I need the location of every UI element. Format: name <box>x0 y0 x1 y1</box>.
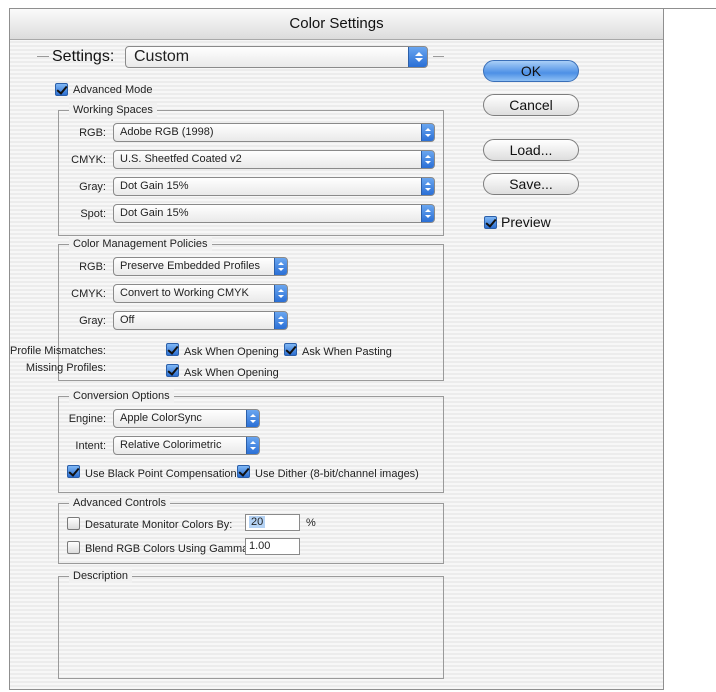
working-spaces-legend: Working Spaces <box>69 103 157 117</box>
advanced-controls-legend: Advanced Controls <box>69 496 170 510</box>
ok-button[interactable]: OK <box>483 60 579 82</box>
preview-checkbox[interactable] <box>484 216 497 229</box>
settings-rule-right <box>433 56 444 57</box>
desaturate-value: 20 <box>249 516 266 528</box>
popup-arrows-icon <box>274 285 287 302</box>
ask-when-opening-checkbox[interactable] <box>166 343 179 356</box>
save-button[interactable]: Save... <box>483 173 579 195</box>
policies-legend: Color Management Policies <box>69 237 212 251</box>
description-legend: Description <box>69 569 133 583</box>
use-dither-checkbox[interactable] <box>237 465 250 478</box>
engine-value: Apple ColorSync <box>120 412 202 424</box>
pol-cmyk-value: Convert to Working CMYK <box>120 287 249 299</box>
popup-arrows-icon <box>274 258 287 275</box>
blend-gamma-checkbox[interactable] <box>67 541 80 554</box>
conversion-legend: Conversion Options <box>69 389 174 403</box>
desaturate-label: Desaturate Monitor Colors By: <box>85 519 233 531</box>
profile-mismatches-label: Profile Mismatches: <box>10 345 106 357</box>
window-title: Color Settings <box>289 15 384 32</box>
intent-popup[interactable]: Relative Colorimetric <box>113 436 260 455</box>
preview-label: Preview <box>501 214 551 230</box>
popup-arrows-icon <box>421 205 434 222</box>
use-dither-label: Use Dither (8-bit/channel images) <box>255 468 419 480</box>
ask-when-opening-label: Ask When Opening <box>184 346 279 358</box>
blend-gamma-label: Blend RGB Colors Using Gamma: <box>85 543 252 555</box>
pol-cmyk-popup[interactable]: Convert to Working CMYK <box>113 284 288 303</box>
blend-gamma-value: 1.00 <box>249 540 271 552</box>
black-point-compensation-checkbox[interactable] <box>67 465 80 478</box>
pol-gray-label: Gray: <box>79 315 106 327</box>
pol-rgb-value: Preserve Embedded Profiles <box>120 260 261 272</box>
missing-profiles-label: Missing Profiles: <box>25 362 106 374</box>
settings-label: Settings: <box>52 48 115 65</box>
ws-rgb-label: RGB: <box>79 127 106 139</box>
pol-cmyk-label: CMYK: <box>71 288 106 300</box>
ask-when-pasting-label: Ask When Pasting <box>302 346 392 358</box>
ws-gray-popup[interactable]: Dot Gain 15% <box>113 177 435 196</box>
cancel-button[interactable]: Cancel <box>483 94 579 116</box>
ask-when-pasting-checkbox[interactable] <box>284 343 297 356</box>
popup-arrows-icon <box>421 151 434 168</box>
popup-arrows-icon <box>421 178 434 195</box>
desaturate-checkbox[interactable] <box>67 517 80 530</box>
ws-rgb-popup[interactable]: Adobe RGB (1998) <box>113 123 435 142</box>
popup-arrows-icon <box>408 47 427 67</box>
pol-rgb-label: RGB: <box>79 261 106 273</box>
blend-gamma-input[interactable]: 1.00 <box>245 538 300 555</box>
popup-arrows-icon <box>246 437 259 454</box>
engine-popup[interactable]: Apple ColorSync <box>113 409 260 428</box>
desaturate-input[interactable]: 20 <box>245 514 300 531</box>
ws-cmyk-value: U.S. Sheetfed Coated v2 <box>120 153 242 165</box>
ws-spot-label: Spot: <box>80 208 106 220</box>
ws-spot-value: Dot Gain 15% <box>120 207 189 219</box>
missing-ask-when-opening-label: Ask When Opening <box>184 367 279 379</box>
missing-ask-when-opening-checkbox[interactable] <box>166 364 179 377</box>
title-bar[interactable]: Color Settings <box>10 9 663 40</box>
intent-label: Intent: <box>75 440 106 452</box>
settings-popup[interactable]: Custom <box>125 46 428 68</box>
popup-arrows-icon <box>274 312 287 329</box>
settings-popup-value: Custom <box>134 48 190 65</box>
ws-cmyk-label: CMYK: <box>71 154 106 166</box>
advanced-mode-checkbox[interactable] <box>55 83 68 96</box>
popup-arrows-icon <box>421 124 434 141</box>
color-settings-window: Color Settings Settings: Custom Advanced… <box>9 8 664 690</box>
black-point-compensation-label: Use Black Point Compensation <box>85 468 237 480</box>
advanced-mode-label: Advanced Mode <box>73 84 153 96</box>
percent-label: % <box>306 517 316 529</box>
ws-gray-label: Gray: <box>79 181 106 193</box>
pol-gray-value: Off <box>120 314 135 326</box>
pol-gray-popup[interactable]: Off <box>113 311 288 330</box>
top-border-line <box>664 8 716 9</box>
engine-label: Engine: <box>68 413 106 425</box>
settings-rule-left <box>37 56 49 57</box>
ws-spot-popup[interactable]: Dot Gain 15% <box>113 204 435 223</box>
ws-rgb-value: Adobe RGB (1998) <box>120 126 214 138</box>
ws-cmyk-popup[interactable]: U.S. Sheetfed Coated v2 <box>113 150 435 169</box>
pol-rgb-popup[interactable]: Preserve Embedded Profiles <box>113 257 288 276</box>
popup-arrows-icon <box>246 410 259 427</box>
intent-value: Relative Colorimetric <box>120 439 222 451</box>
ws-gray-value: Dot Gain 15% <box>120 180 189 192</box>
description-group: Description <box>58 569 444 679</box>
load-button[interactable]: Load... <box>483 139 579 161</box>
